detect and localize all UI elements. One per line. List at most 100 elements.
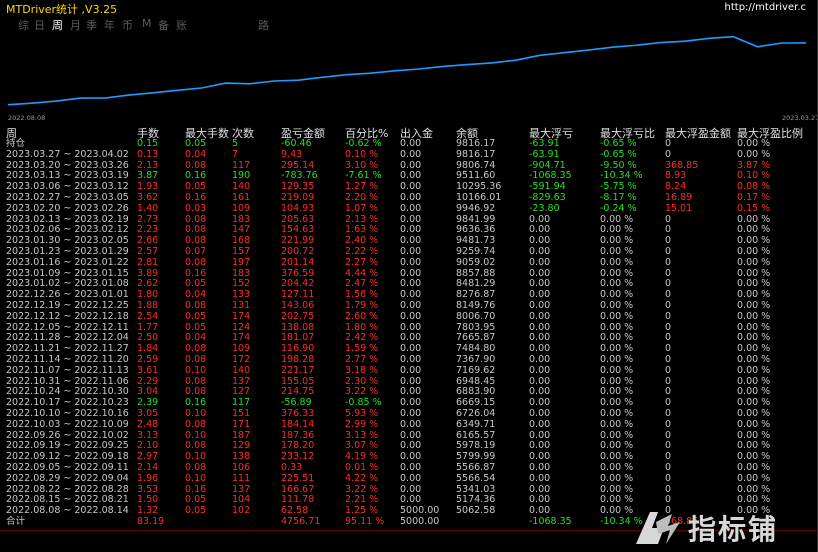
tab-7[interactable]: M (142, 17, 152, 30)
cell-7: 9816.17 (456, 148, 496, 160)
chart-end-date: 2023.03.27 (782, 114, 818, 122)
table-row[interactable]: 2023.01.16 ~ 2023.01.22 2.81 0.08 197 201.14… (0, 257, 818, 268)
cell-2: 0.04 (185, 332, 207, 344)
cell-1: 2.48 (137, 418, 159, 430)
cell-10: 0 (665, 483, 672, 495)
cell-7: 9059.02 (456, 256, 496, 268)
website-link[interactable]: http://mtdriver.c (725, 2, 806, 13)
cell-10: 0 (665, 440, 672, 452)
table-row[interactable]: 2023.02.06 ~ 2023.02.12 2.23 0.08 147 154.63… (0, 224, 818, 235)
cell-7: 5566.54 (456, 472, 496, 484)
table-row[interactable]: 2022.11.14 ~ 2022.11.20 2.59 0.08 172 198.28… (0, 354, 818, 365)
cell-9: 0.00 % (600, 321, 634, 333)
open-positions-row[interactable]: 持仓 0.15 0.05 5 -60.46 -0.62 % 0.00 9816.17 -63.9… (0, 138, 818, 149)
table-row[interactable]: 2023.02.13 ~ 2023.02.19 2.73 0.08 183 205.63… (0, 214, 818, 225)
tab-2[interactable]: 周 (52, 17, 63, 33)
table-row[interactable]: 2023.02.27 ~ 2023.03.05 3.62 0.16 161 219.09… (0, 192, 818, 203)
table-row[interactable]: 2023.03.13 ~ 2023.03.19 3.87 0.16 190 -783.7… (0, 170, 818, 181)
cell-7: 8149.76 (456, 300, 496, 311)
cell-6: 0.00 (400, 462, 422, 473)
cell-1: 3.89 (137, 267, 159, 279)
cell-0: 2023.03.13 ~ 2023.03.19 (6, 170, 129, 182)
cell-1: 1.96 (137, 472, 159, 484)
cell-3: 117 (232, 159, 251, 171)
table-row[interactable]: 2022.11.21 ~ 2022.11.27 1.84 0.08 109 116.90… (0, 343, 818, 354)
table-row[interactable]: 2023.02.20 ~ 2023.02.26 1.40 0.03 109 104.93… (0, 203, 818, 214)
table-row[interactable]: 2023.03.20 ~ 2023.03.26 2.13 0.08 117 295.14… (0, 160, 818, 171)
cell-6: 0.00 (400, 364, 422, 376)
cell-4: 205.63 (281, 213, 315, 225)
table-row[interactable]: 2023.01.02 ~ 2023.01.08 2.62 0.05 152 204.42… (0, 278, 818, 289)
table-row[interactable]: 2022.10.17 ~ 2022.10.23 2.39 0.16 117 -56.89… (0, 397, 818, 408)
table-row[interactable]: 2022.08.22 ~ 2022.08.28 3.53 0.16 137 166.67… (0, 484, 818, 495)
cell-9: 0.00 % (600, 386, 634, 398)
table-row[interactable]: 2022.11.07 ~ 2022.11.13 3.61 0.10 140 221.17… (0, 365, 818, 376)
cell-8: 0.00 (529, 246, 551, 257)
cell-3: 183 (232, 267, 251, 279)
tab-0[interactable]: 综 (18, 17, 29, 33)
cell-10: 0 (665, 267, 672, 279)
cell-1: 3.04 (137, 386, 159, 398)
cell-0: 2023.01.02 ~ 2023.01.08 (6, 278, 129, 290)
cell-0: 2022.08.29 ~ 2022.09.04 (6, 472, 129, 484)
table-row[interactable]: 2023.01.23 ~ 2023.01.29 2.57 0.07 157 200.72… (0, 246, 818, 257)
cell-9: 0.00 % (600, 343, 634, 355)
cell-4: 111.78 (281, 494, 315, 506)
table-row[interactable]: 2023.03.06 ~ 2023.03.12 1.93 0.05 140 129.35… (0, 181, 818, 192)
table-row[interactable]: 2022.12.12 ~ 2022.12.18 2.54 0.05 174 202.75… (0, 311, 818, 322)
table-row[interactable]: 2022.12.05 ~ 2022.12.11 1.77 0.05 124 138.08… (0, 322, 818, 333)
cell-2: 0.16 (185, 267, 207, 279)
cell-11: 0.00 % (737, 310, 771, 322)
cell-8: 0.00 (529, 235, 551, 247)
cell-8: -829.63 (529, 192, 566, 203)
table-row[interactable]: 2022.10.03 ~ 2022.10.09 2.48 0.08 171 184.14… (0, 419, 818, 430)
tab-3[interactable]: 月 (70, 17, 81, 33)
table-row[interactable]: 2022.10.10 ~ 2022.10.16 3.05 0.10 151 376.33… (0, 408, 818, 419)
table-row[interactable]: 2023.01.30 ~ 2023.02.05 2.66 0.08 168 221.99… (0, 235, 818, 246)
cell-6: 0.00 (400, 170, 422, 182)
cell-1: 2.14 (137, 462, 159, 473)
cell-6: 0.00 (400, 418, 422, 430)
cell-11: 0.00 % (737, 332, 771, 344)
tab-1[interactable]: 日 (34, 17, 45, 33)
table-row[interactable]: 2022.09.05 ~ 2022.09.11 2.14 0.08 106 0.33 0.… (0, 462, 818, 473)
cell-5: 0.10 % (345, 148, 379, 160)
cell-10: 0 (665, 451, 672, 463)
tab-6[interactable]: 币 (122, 17, 133, 33)
table-row[interactable]: 2022.10.31 ~ 2022.11.06 2.29 0.08 137 155.05… (0, 376, 818, 387)
cell-9: 0.00 % (600, 300, 634, 311)
cell-8: 0.00 (529, 397, 551, 409)
cell-3: 111 (232, 472, 251, 484)
table-row[interactable]: 2022.11.28 ~ 2022.12.04 2.50 0.04 174 181.07… (0, 332, 818, 343)
cell-4: 181.07 (281, 332, 315, 344)
table-row[interactable]: 2023.03.27 ~ 2023.04.02 0.13 0.04 7 9.43 0.10… (0, 149, 818, 160)
cell-5: 1.07 % (345, 202, 379, 214)
cell-11: 0.08 % (737, 181, 771, 193)
table-row[interactable]: 2022.12.26 ~ 2023.01.01 1.80 0.04 133 127.11… (0, 289, 818, 300)
cell-10: 0 (665, 375, 672, 387)
table-row[interactable]: 2023.01.09 ~ 2023.01.15 3.89 0.16 183 376.59… (0, 268, 818, 279)
cell-0: 2022.09.19 ~ 2022.09.25 (6, 440, 129, 452)
cell-5: 3.22 % (345, 483, 379, 495)
cell-5: 2.21 % (345, 494, 379, 506)
tab-4[interactable]: 季 (86, 17, 97, 33)
tab-8[interactable]: 备 (158, 17, 169, 33)
cell-11: 0.00 % (737, 148, 771, 160)
table-row[interactable]: 2022.10.24 ~ 2022.10.30 3.04 0.08 127 214.75… (0, 386, 818, 397)
table-row[interactable]: 2022.12.19 ~ 2022.12.25 1.88 0.08 131 143.06… (0, 300, 818, 311)
cell-1: 3.62 (137, 192, 159, 203)
cell-1: 0.13 (137, 148, 159, 160)
cell-11: 0.00 % (737, 278, 771, 290)
table-row[interactable]: 2022.09.12 ~ 2022.09.18 2.97 0.10 138 233.12… (0, 451, 818, 462)
cell-2: 0.16 (185, 397, 207, 409)
table-row[interactable]: 2022.09.19 ~ 2022.09.25 2.10 0.08 129 178.20… (0, 440, 818, 451)
table-row[interactable]: 2022.08.29 ~ 2022.09.04 1.96 0.10 111 225.51… (0, 473, 818, 484)
cell-7: 5341.03 (456, 483, 496, 495)
cell-8: 0.00 (529, 494, 551, 506)
cell-10: 15.01 (665, 202, 693, 214)
cell-11: 0.15 % (737, 202, 771, 214)
table-row[interactable]: 2022.09.26 ~ 2022.10.02 3.13 0.10 187 187.36… (0, 430, 818, 441)
tab-5[interactable]: 年 (104, 17, 115, 33)
cell-4: 116.90 (281, 343, 315, 355)
cell-4: 143.06 (281, 300, 315, 311)
